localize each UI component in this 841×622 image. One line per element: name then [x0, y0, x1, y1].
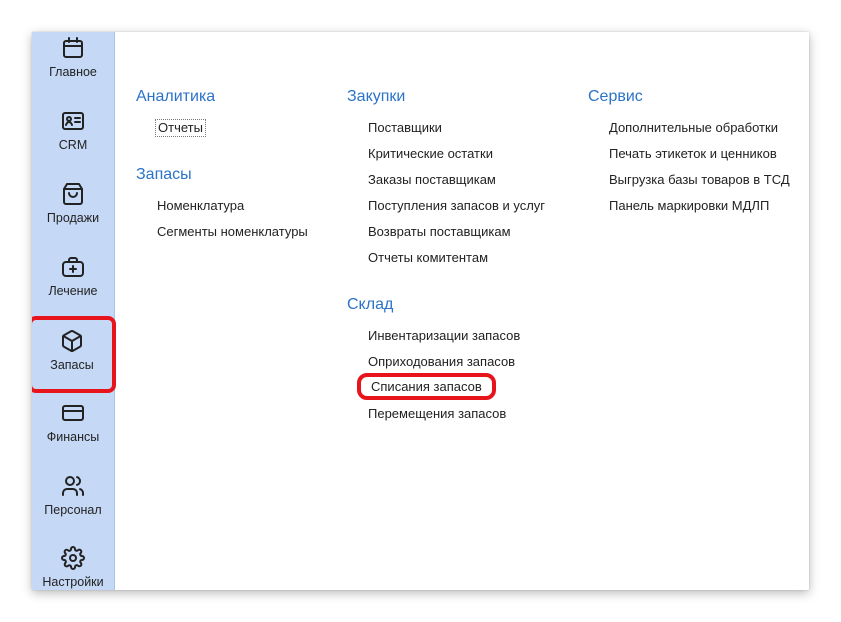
link-stock-receipts[interactable]: Поступления запасов и услуг — [368, 198, 545, 213]
sidebar-item-label: CRM — [58, 138, 88, 152]
link-reports[interactable]: Отчеты — [155, 119, 206, 137]
box-icon — [62, 330, 82, 352]
sidebar-item-finance[interactable]: Финансы — [32, 401, 114, 461]
link-mdlp-panel[interactable]: Панель маркировки МДЛП — [609, 198, 769, 213]
link-nomenclature-segments[interactable]: Сегменты номенклатуры — [157, 224, 308, 239]
link-additional-processing[interactable]: Дополнительные обработки — [609, 120, 778, 135]
link-print-labels[interactable]: Печать этикеток и ценников — [609, 146, 777, 161]
sidebar-item-crm[interactable]: CRM — [32, 109, 114, 169]
group-title-analytics: Аналитика — [136, 88, 216, 105]
sidebar-item-settings[interactable]: Настройки — [32, 546, 114, 590]
sidebar-item-label: Настройки — [42, 575, 104, 589]
contact-card-icon — [62, 112, 84, 130]
link-critical-stock[interactable]: Критические остатки — [368, 146, 493, 161]
link-suppliers[interactable]: Поставщики — [368, 120, 442, 135]
app-window: Главное CRM Продажи Лечение Запасы Финан… — [32, 32, 809, 590]
group-title-stock: Запасы — [136, 166, 192, 183]
group-title-service: Сервис — [588, 88, 643, 105]
link-stock-transfers[interactable]: Перемещения запасов — [368, 406, 506, 421]
sidebar-item-main[interactable]: Главное — [32, 36, 114, 96]
sidebar-item-label: Персонал — [44, 503, 102, 517]
menu-panel: Аналитика Отчеты Запасы Номенклатура Сег… — [115, 32, 809, 590]
credit-card-icon — [62, 405, 84, 421]
sidebar-item-label: Главное — [49, 65, 97, 79]
sidebar: Главное CRM Продажи Лечение Запасы Финан… — [32, 32, 116, 590]
sidebar-item-sales[interactable]: Продажи — [32, 182, 114, 242]
link-consignor-reports[interactable]: Отчеты комитентам — [368, 250, 488, 265]
sidebar-item-treatment[interactable]: Лечение — [32, 255, 114, 315]
link-stock-capitalization[interactable]: Оприходования запасов — [368, 354, 515, 369]
shopping-bag-icon — [63, 183, 83, 205]
link-supplier-orders[interactable]: Заказы поставщикам — [368, 172, 496, 187]
sidebar-item-label: Лечение — [48, 284, 98, 298]
group-title-purchases: Закупки — [347, 88, 406, 105]
link-export-tsd[interactable]: Выгрузка базы товаров в ТСД — [609, 172, 790, 187]
link-supplier-returns[interactable]: Возвраты поставщикам — [368, 224, 511, 239]
link-stock-inventory[interactable]: Инвентаризации запасов — [368, 328, 520, 343]
sidebar-item-stock[interactable]: Запасы — [32, 316, 116, 393]
sidebar-item-label: Продажи — [46, 211, 100, 225]
users-icon — [62, 476, 84, 496]
link-nomenclature[interactable]: Номенклатура — [157, 198, 244, 213]
calendar-icon — [63, 37, 83, 58]
group-title-warehouse: Склад — [347, 296, 394, 313]
gear-icon — [61, 546, 85, 570]
sidebar-item-staff[interactable]: Персонал — [32, 474, 114, 534]
sidebar-item-label: Запасы — [50, 358, 94, 372]
link-stock-writeoffs[interactable]: Списания запасов — [357, 373, 496, 400]
sidebar-item-label: Финансы — [46, 430, 100, 444]
medical-bag-icon — [62, 257, 84, 277]
